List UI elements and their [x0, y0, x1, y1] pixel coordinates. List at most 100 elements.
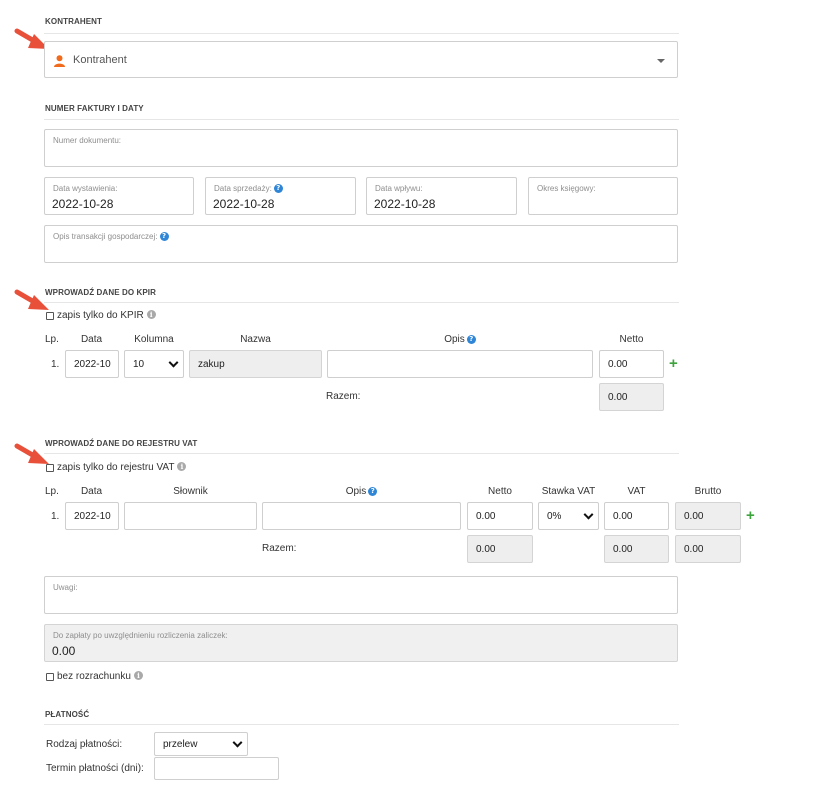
help-icon[interactable]: ?	[273, 184, 283, 193]
vat-razem-vat: 0.00	[604, 535, 669, 563]
data-wplywu-field[interactable]: Data wpływu: 2022-10-28	[366, 177, 517, 215]
kpir-razem-label: Razem:	[326, 391, 361, 402]
vat-header-slownik: Słownik	[173, 486, 208, 497]
vat-header-vat: VAT	[627, 486, 646, 497]
uwagi-field[interactable]: Uwagi:	[44, 576, 678, 614]
kpir-row-lp: 1.	[51, 359, 60, 370]
kpir-only-label-wrap: zapis tylko do KPIR i	[57, 310, 156, 321]
okres-ksiegowy-label: Okres księgowy:	[537, 184, 596, 193]
data-wystawienia-field[interactable]: Data wystawienia: 2022-10-28	[44, 177, 194, 215]
vat-header-brutto: Brutto	[694, 486, 722, 497]
info-icon[interactable]: i	[177, 462, 187, 471]
user-icon	[54, 55, 65, 67]
opis-transakcji-label: Opis transakcji gospodarczej:	[53, 232, 158, 241]
do-zaplaty-label: Do zapłaty po uwzględnieniu rozliczenia …	[53, 631, 228, 640]
vat-header-data: Data	[80, 486, 103, 497]
bez-rozrachunku-label-wrap: bez rozrachunku i	[57, 671, 143, 682]
help-icon[interactable]: ?	[368, 487, 378, 496]
vat-opis-input[interactable]	[262, 502, 461, 530]
section-title-platnosc: PŁATNOŚĆ	[45, 710, 90, 719]
kpir-header-opis: Opis	[444, 334, 465, 345]
divider	[44, 33, 679, 34]
kpir-kolumna-select[interactable]: 10	[124, 350, 184, 378]
kpir-data-input[interactable]: 2022-10	[65, 350, 119, 378]
section-title-rejestr-vat: WPROWADŹ DANE DO REJESTRU VAT	[45, 439, 198, 448]
data-wplywu-value: 2022-10-28	[374, 197, 436, 211]
kpir-header-lp: Lp.	[45, 334, 59, 345]
section-title-numer-faktury: NUMER FAKTURY I DATY	[45, 104, 144, 113]
data-sprzedazy-label-wrap: Data sprzedaży:?	[214, 184, 283, 193]
vat-header-stawka: Stawka VAT	[541, 486, 596, 497]
uwagi-label: Uwagi:	[53, 583, 78, 592]
help-icon[interactable]: ?	[159, 232, 169, 241]
vat-only-label-wrap: zapis tylko do rejestru VAT i	[57, 462, 187, 473]
kpir-netto-input[interactable]: 0.00	[599, 350, 664, 378]
vat-brutto-input: 0.00	[675, 502, 741, 530]
divider	[44, 724, 679, 725]
kpir-only-label: zapis tylko do KPIR	[57, 310, 144, 321]
divider	[44, 119, 679, 120]
termin-platnosci-label: Termin płatności (dni):	[46, 763, 144, 774]
termin-platnosci-input[interactable]	[154, 757, 279, 780]
do-zaplaty-field: Do zapłaty po uwzględnieniu rozliczenia …	[44, 624, 678, 662]
chevron-down-icon	[232, 737, 243, 748]
help-icon[interactable]: ?	[466, 335, 476, 344]
opis-transakcji-label-wrap: Opis transakcji gospodarczej:?	[53, 232, 169, 241]
vat-slownik-input[interactable]	[124, 502, 257, 530]
vat-header-lp: Lp.	[45, 486, 59, 497]
kpir-header-nazwa: Nazwa	[240, 334, 271, 345]
rodzaj-platnosci-select[interactable]: przelew	[154, 732, 248, 756]
vat-only-checkbox[interactable]	[46, 464, 54, 472]
kpir-header-data: Data	[80, 334, 103, 345]
do-zaplaty-value: 0.00	[52, 644, 76, 658]
kpir-razem-netto: 0.00	[599, 383, 664, 411]
vat-row-lp: 1.	[51, 511, 60, 522]
data-wystawienia-label: Data wystawienia:	[53, 184, 118, 193]
bez-rozrachunku-checkbox[interactable]	[46, 673, 54, 681]
okres-ksiegowy-field[interactable]: Okres księgowy:	[528, 177, 678, 215]
data-sprzedazy-field[interactable]: Data sprzedaży:? 2022-10-28	[205, 177, 356, 215]
divider	[44, 453, 679, 454]
vat-razem-label: Razem:	[262, 543, 297, 554]
opis-transakcji-field[interactable]: Opis transakcji gospodarczej:?	[44, 225, 678, 263]
vat-only-label: zapis tylko do rejestru VAT	[57, 462, 175, 473]
vat-netto-input[interactable]: 0.00	[467, 502, 533, 530]
kontrahent-select[interactable]: Kontrahent	[44, 41, 678, 78]
data-wplywu-label: Data wpływu:	[375, 184, 423, 193]
vat-razem-brutto: 0.00	[675, 535, 741, 563]
add-kpir-row-icon[interactable]: +	[669, 356, 678, 371]
vat-stawka-select[interactable]: 0%	[538, 502, 599, 530]
section-title-kpir: WPROWADŹ DANE DO KPIR	[45, 288, 156, 297]
numer-dokumentu-label: Numer dokumentu:	[53, 136, 122, 145]
chevron-down-icon	[168, 357, 179, 368]
rodzaj-platnosci-label: Rodzaj płatności:	[46, 739, 123, 750]
kpir-header-kolumna: Kolumna	[134, 334, 174, 345]
caret-down-icon[interactable]	[657, 59, 665, 64]
rodzaj-platnosci-value: przelew	[163, 738, 198, 750]
kpir-kolumna-value: 10	[133, 358, 145, 370]
vat-stawka-value: 0%	[547, 510, 562, 522]
data-wystawienia-value: 2022-10-28	[52, 197, 114, 211]
chevron-down-icon	[583, 509, 594, 520]
info-icon[interactable]: i	[146, 310, 156, 319]
kpir-header-opis-wrap: Opis?	[327, 334, 593, 345]
vat-vat-input[interactable]: 0.00	[604, 502, 669, 530]
vat-header-netto: Netto	[488, 486, 512, 497]
section-title-kontrahent: KONTRAHENT	[45, 17, 102, 26]
data-sprzedazy-value: 2022-10-28	[213, 197, 275, 211]
kpir-only-checkbox[interactable]	[46, 312, 54, 320]
numer-dokumentu-field[interactable]: Numer dokumentu:	[44, 129, 678, 167]
kpir-nazwa-input: zakup	[189, 350, 322, 378]
info-icon[interactable]: i	[133, 671, 143, 680]
vat-header-opis-wrap: Opis?	[262, 486, 461, 497]
add-vat-row-icon[interactable]: +	[746, 508, 755, 523]
kpir-opis-input[interactable]	[327, 350, 593, 378]
bez-rozrachunku-label: bez rozrachunku	[57, 671, 131, 682]
vat-razem-netto: 0.00	[467, 535, 533, 563]
vat-data-input[interactable]: 2022-10	[65, 502, 119, 530]
vat-header-opis: Opis	[345, 486, 367, 497]
data-sprzedazy-label: Data sprzedaży:	[214, 184, 272, 193]
kpir-header-netto: Netto	[619, 334, 644, 345]
divider	[44, 302, 679, 303]
kontrahent-placeholder: Kontrahent	[73, 54, 127, 66]
